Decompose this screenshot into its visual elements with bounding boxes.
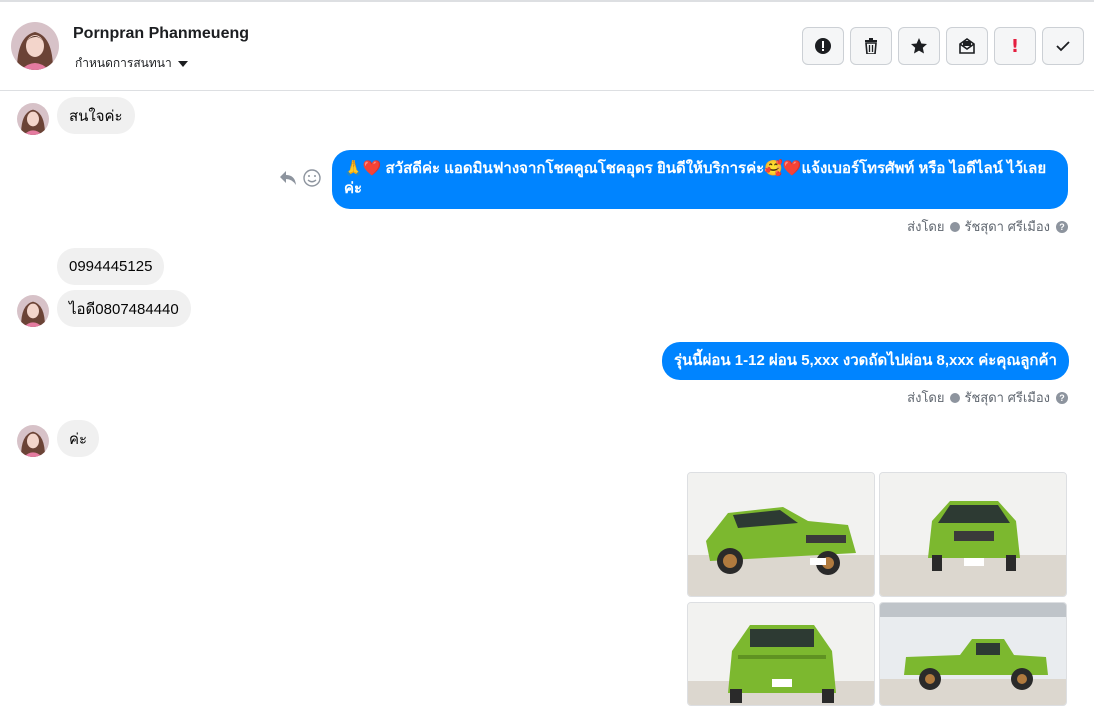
sender-avatar[interactable] <box>17 425 49 457</box>
incoming-message[interactable]: ค่ะ <box>57 420 100 457</box>
outgoing-message[interactable]: 🙏❤️ สวัสดีค่ะ แอดมินฟางจากโชคคูณโชคอุดร … <box>332 150 1068 209</box>
mark-done-button[interactable] <box>1042 27 1084 65</box>
incoming-message[interactable]: ไอดี0807484440 <box>57 290 191 327</box>
contact-name[interactable]: Pornpran Phanmeueng <box>73 25 249 43</box>
agent-status-icon <box>949 392 960 403</box>
outgoing-message[interactable]: รุ่นนี้ผ่อน 1-12 ผ่อน 5,xxx งวดถัดไปผ่อน… <box>662 342 1069 380</box>
help-icon[interactable]: ? <box>1056 220 1068 233</box>
car-photo-front-left[interactable] <box>687 472 875 597</box>
car-photo-side[interactable] <box>879 602 1067 706</box>
sent-by-agent[interactable]: รัชสุดา ศรีเมือง <box>965 387 1051 408</box>
sent-by-line: ส่งโดย รัชสุดา ศรีเมือง ? <box>907 387 1068 408</box>
message-actions <box>279 169 321 187</box>
star-button[interactable] <box>898 27 940 65</box>
sender-avatar[interactable] <box>17 103 49 135</box>
delete-button[interactable] <box>850 27 892 65</box>
incoming-message[interactable]: 0994445125 <box>57 248 165 285</box>
emoji-reaction-icon[interactable] <box>303 169 321 187</box>
car-photo-front[interactable] <box>879 472 1067 597</box>
mark-unread-button[interactable] <box>946 27 988 65</box>
important-exclamation-icon: ! <box>1010 35 1020 57</box>
sent-by-label: ส่งโดย <box>907 390 945 405</box>
incoming-message[interactable]: สนใจค่ะ <box>57 97 135 134</box>
reply-icon[interactable] <box>279 170 297 186</box>
trash-icon <box>865 38 877 54</box>
conversation-header: Pornpran Phanmeueng กำหนดการสนทนา ! <box>0 2 1094 91</box>
contact-avatar[interactable] <box>11 22 59 70</box>
sent-by-line: ส่งโดย รัชสุดา ศรีเมือง ? <box>907 216 1068 237</box>
sent-by-agent[interactable]: รัชสุดา ศรีเมือง <box>965 216 1051 237</box>
star-icon <box>911 38 927 54</box>
sender-avatar[interactable] <box>17 295 49 327</box>
done-check-icon <box>1056 41 1070 52</box>
alert-circle-icon <box>815 38 831 54</box>
report-spam-button[interactable] <box>802 27 844 65</box>
conversation-toolbar: ! <box>802 27 1084 65</box>
agent-status-icon <box>949 221 960 232</box>
help-icon[interactable]: ? <box>1056 391 1068 404</box>
caret-down-icon <box>177 60 188 67</box>
sent-by-label: ส่งโดย <box>907 219 945 234</box>
conversation-settings-label: กำหนดการสนทนา <box>75 56 172 70</box>
mark-unread-icon <box>959 38 975 54</box>
mark-important-button[interactable]: ! <box>994 27 1036 65</box>
conversation-settings-dropdown[interactable]: กำหนดการสนทนา <box>75 54 188 73</box>
car-photo-rear[interactable] <box>687 602 875 706</box>
